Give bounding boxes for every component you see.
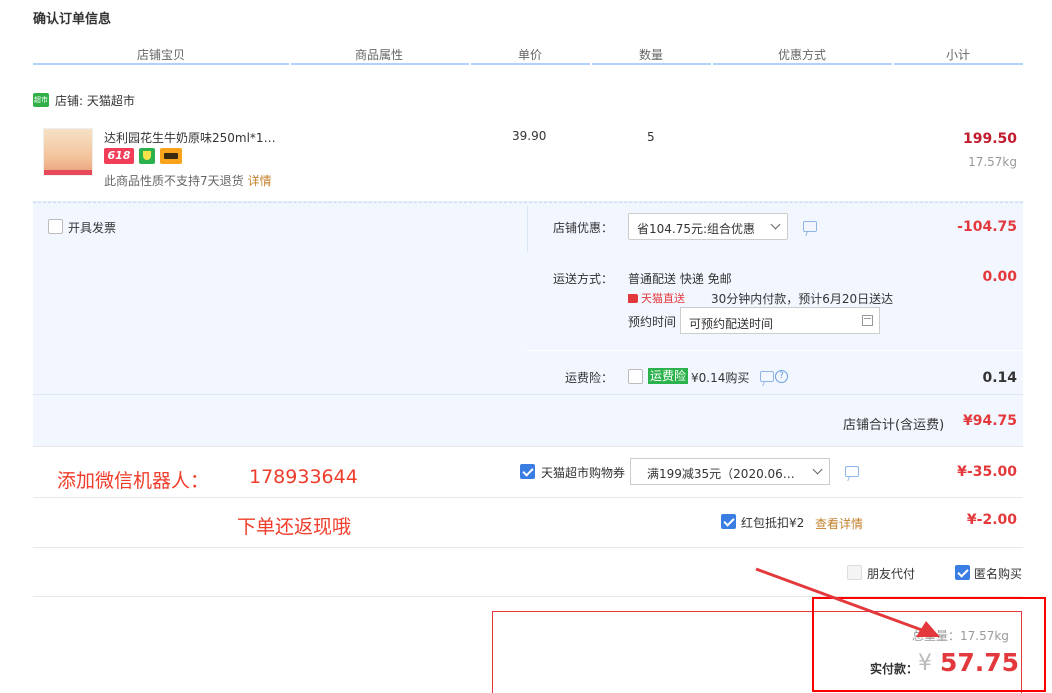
- tmall-direct-text: 天猫直送: [641, 292, 685, 305]
- tmall-supermarket-icon: 超市: [33, 93, 49, 107]
- promo-618-icon: 618: [104, 148, 134, 164]
- chevron-down-icon: [812, 464, 823, 475]
- shipping-method: 普通配送 快递 免邮: [628, 272, 732, 286]
- guarantee-shield-icon: [139, 148, 155, 164]
- pay-amount: 57.75: [940, 648, 1020, 677]
- col-header-discount: 优惠方式: [777, 48, 826, 62]
- appointment-time-input[interactable]: 可预约配送时间: [680, 307, 880, 334]
- message-icon[interactable]: [845, 466, 859, 477]
- store-name[interactable]: 店铺: 天猫超市: [55, 92, 135, 109]
- shipping-amount: 0.00: [982, 269, 1017, 285]
- chevron-down-icon: [770, 219, 781, 230]
- return-policy-link[interactable]: 详情: [248, 174, 272, 188]
- insurance-tag: 运费险: [648, 368, 689, 384]
- col-header-store-item: 店铺宝贝: [136, 48, 185, 62]
- credit-card-icon: [160, 148, 182, 164]
- coupon-amount: ¥-35.00: [957, 464, 1017, 480]
- red-packet-label[interactable]: 红包抵扣¥2: [741, 514, 804, 531]
- message-icon[interactable]: [760, 371, 774, 382]
- product-name[interactable]: 达利园花生牛奶原味250ml*1…: [104, 129, 276, 146]
- divider: [33, 446, 1023, 447]
- panel-divider: [33, 394, 1023, 395]
- divider: [33, 547, 1023, 548]
- col-header-subtotal: 小计: [945, 48, 970, 62]
- insurance-price: ¥0.14购买: [691, 371, 750, 385]
- red-packet-amount: ¥-2.00: [966, 512, 1017, 528]
- item-subtotal: 199.50: [962, 131, 1017, 147]
- anonymous-purchase-label[interactable]: 匿名购买: [974, 565, 1022, 582]
- currency-symbol: ¥: [918, 651, 932, 676]
- calendar-icon[interactable]: [862, 315, 873, 326]
- message-icon[interactable]: [803, 221, 817, 232]
- help-icon[interactable]: ?: [775, 370, 788, 383]
- col-header-unit-price: 单价: [517, 48, 542, 62]
- annotation-wechat-number: 178933644: [249, 466, 358, 488]
- divider: [33, 497, 1023, 498]
- tmall-cat-icon: [628, 294, 638, 303]
- insurance-label: 运费险：: [565, 371, 614, 385]
- anonymous-purchase-checkbox[interactable]: [955, 565, 970, 580]
- page-title: 确认订单信息: [33, 12, 112, 27]
- panel-divider: [527, 350, 1023, 351]
- tmall-direct-logo: 天猫直送: [628, 290, 700, 305]
- coupon-value: 满199减35元（2020.06…: [647, 467, 795, 481]
- return-policy-text: 此商品性质不支持7天退货: [104, 174, 244, 188]
- invoice-label[interactable]: 开具发票: [68, 219, 116, 236]
- store-total-amount: ¥94.75: [963, 413, 1018, 429]
- pay-label: 实付款：: [870, 662, 919, 676]
- annotation-cashback: 下单还返现哦: [237, 516, 352, 538]
- product-thumbnail[interactable]: [43, 128, 93, 176]
- unit-price: 39.90: [512, 129, 547, 143]
- appointment-label: 预约时间: [628, 315, 677, 329]
- item-weight: 17.57kg: [968, 155, 1017, 169]
- panel-divider: [527, 206, 528, 252]
- shipping-label: 运送方式：: [553, 272, 614, 286]
- quantity: 5: [647, 130, 655, 144]
- coupon-select[interactable]: 满199减35元（2020.06…: [630, 458, 830, 485]
- header-underline: [33, 63, 1023, 65]
- store-total-label: 店铺合计(含运费): [843, 418, 945, 433]
- col-header-quantity: 数量: [638, 48, 663, 62]
- store-discount-amount: -104.75: [957, 219, 1017, 235]
- appointment-time-value: 可预约配送时间: [689, 317, 774, 331]
- product-thumbnail-strip: [44, 170, 92, 175]
- red-packet-details-link[interactable]: 查看详情: [815, 515, 863, 532]
- store-discount-label: 店铺优惠：: [553, 221, 614, 235]
- annotation-arrow-icon: [755, 567, 940, 637]
- col-header-attributes: 商品属性: [354, 48, 403, 62]
- annotation-wechat-label: 添加微信机器人：: [57, 470, 210, 492]
- invoice-checkbox[interactable]: [48, 219, 63, 234]
- store-discount-value: 省104.75元:组合优惠: [637, 222, 756, 236]
- coupon-label[interactable]: 天猫超市购物券: [541, 464, 625, 481]
- red-packet-checkbox[interactable]: [721, 514, 736, 529]
- coupon-checkbox[interactable]: [520, 464, 535, 479]
- store-discount-select[interactable]: 省104.75元:组合优惠: [628, 213, 788, 240]
- insurance-checkbox[interactable]: [628, 369, 643, 384]
- insurance-amount: 0.14: [982, 370, 1017, 386]
- return-policy-note: 此商品性质不支持7天退货 详情: [104, 172, 272, 189]
- delivery-estimate: 30分钟内付款，预计6月20日送达: [711, 292, 894, 306]
